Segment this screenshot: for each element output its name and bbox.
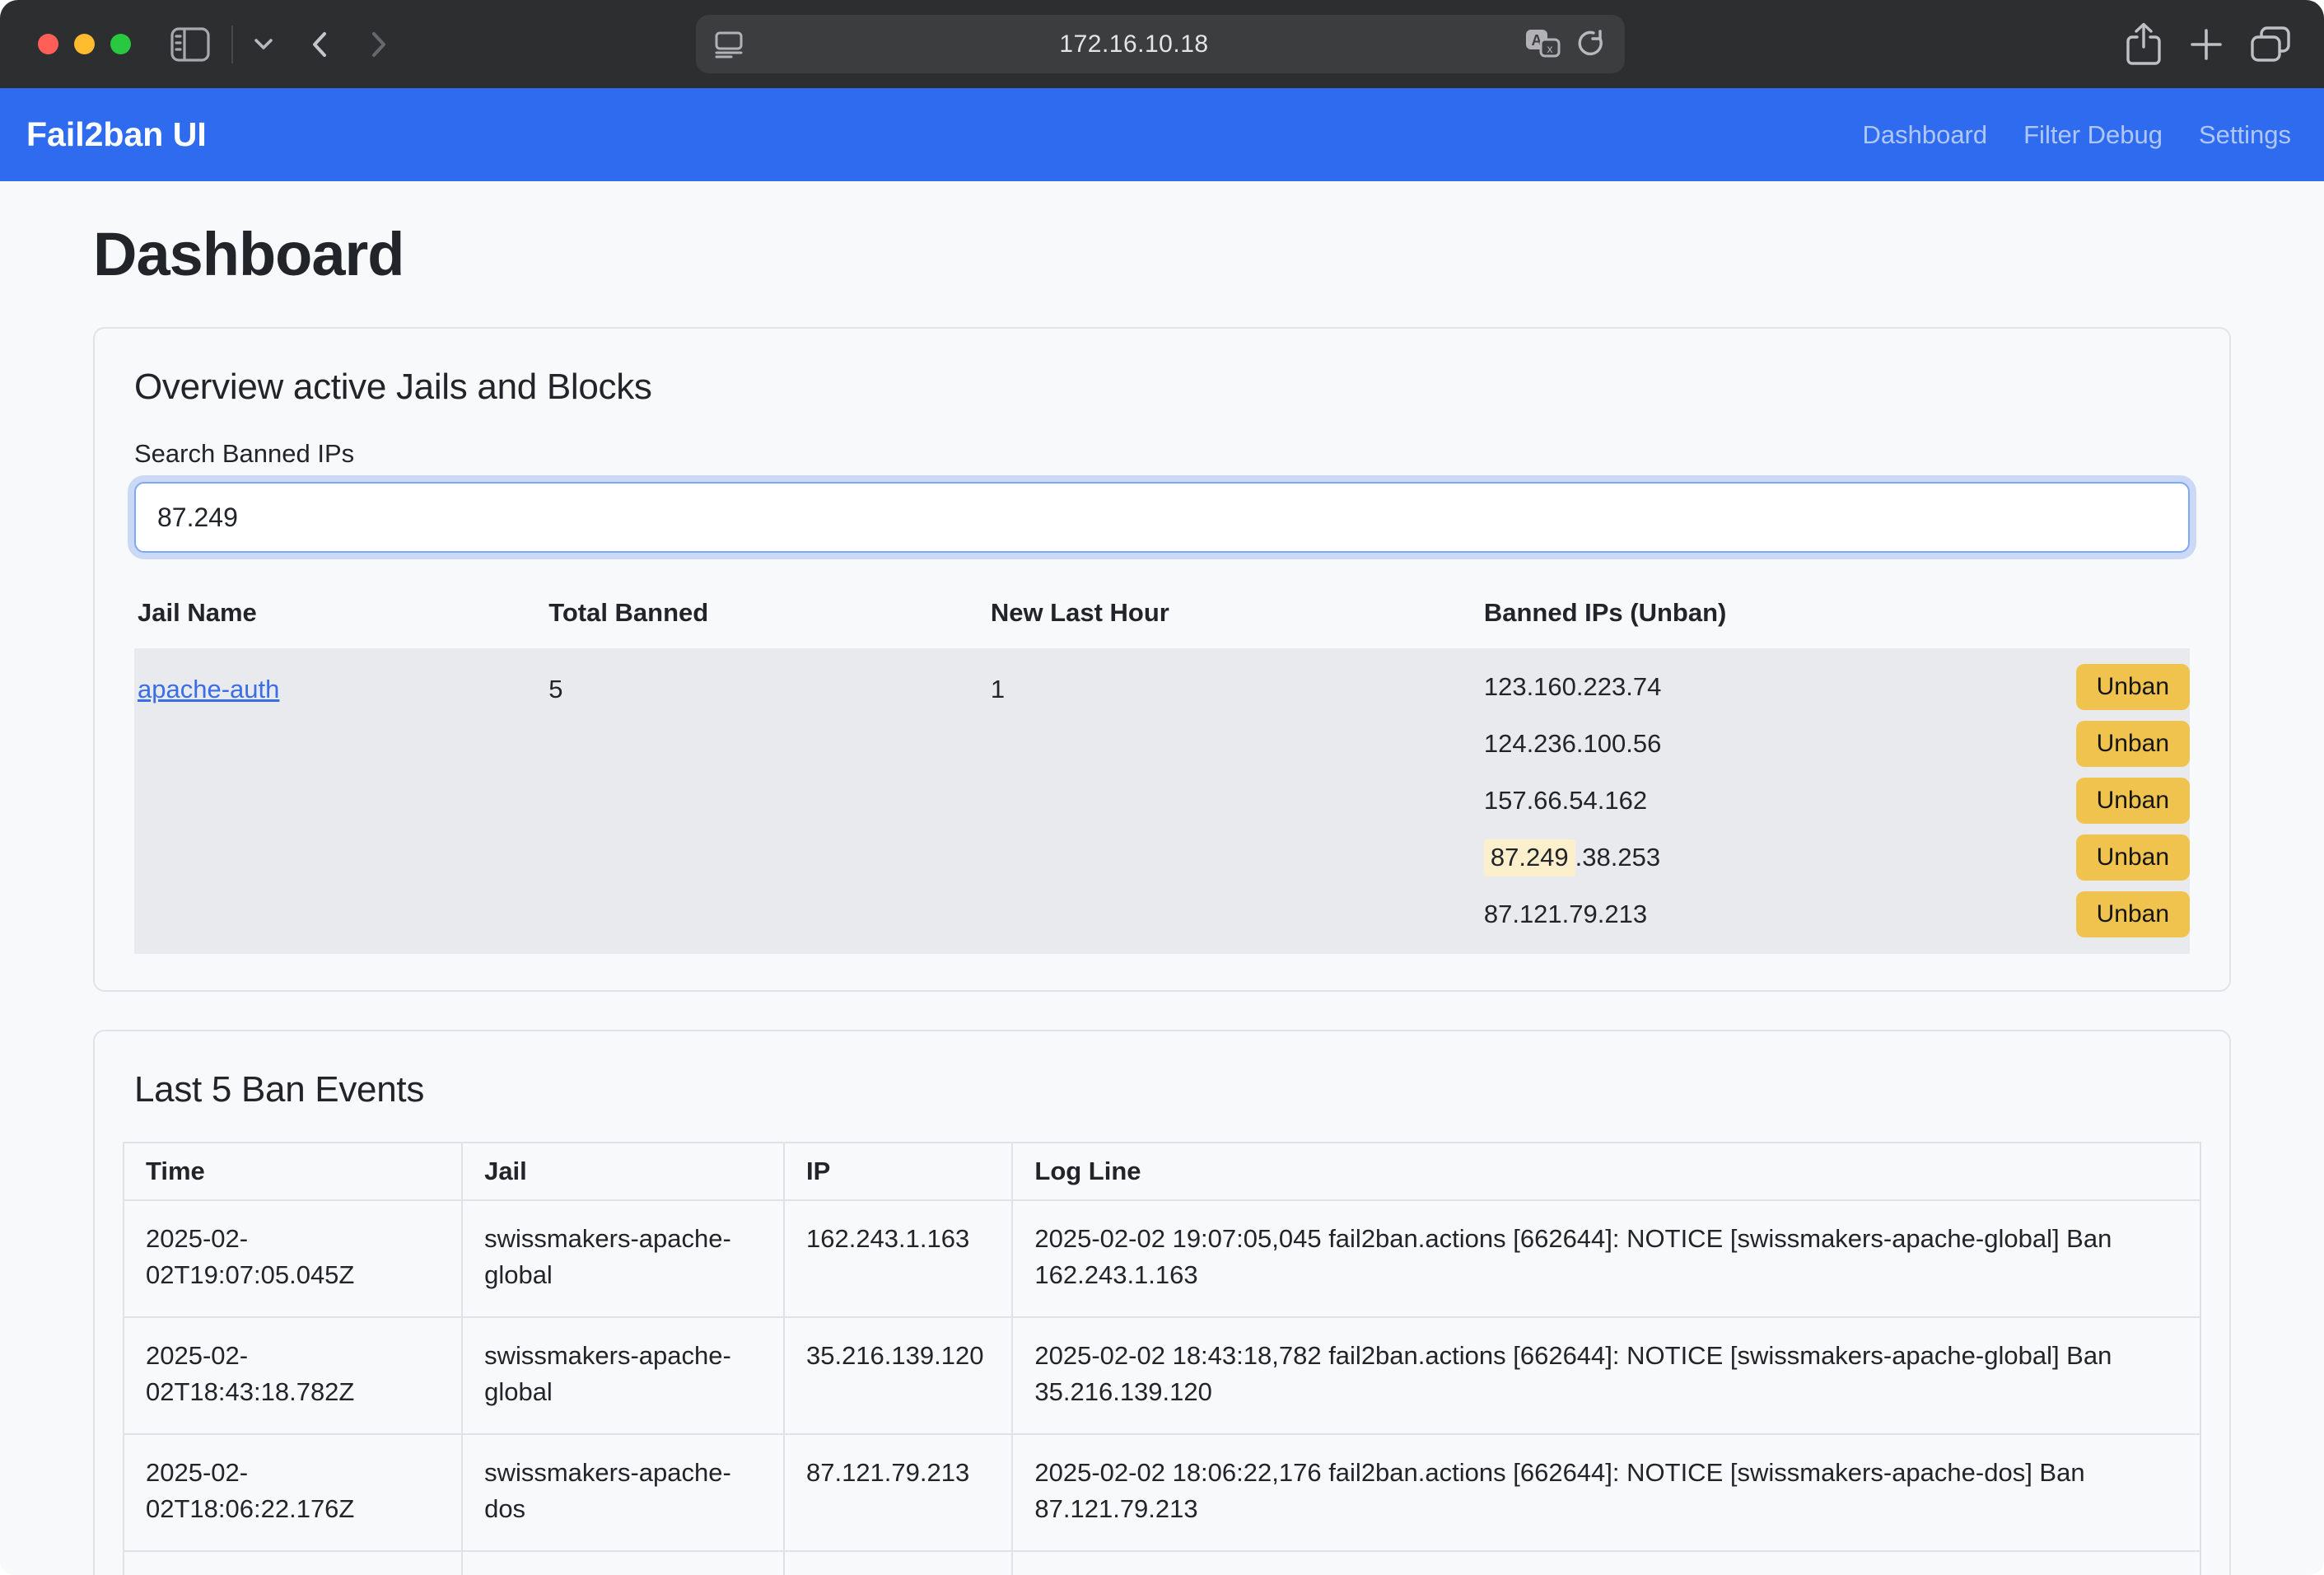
event-log-line: 2025-02-02 18:43:18,782 fail2ban.actions… <box>1012 1317 2200 1434</box>
event-log-line: 2025-02-02 18:06:21,992 fail2ban.actions… <box>1012 1551 2200 1575</box>
event-ip: 87.121.79.213 <box>784 1434 1012 1551</box>
tab-overview-button[interactable] <box>2250 26 2291 63</box>
event-time: 2025-02-02T18:06:22.176Z <box>124 1434 462 1551</box>
new-tab-button[interactable] <box>2189 27 2224 62</box>
event-jail: swissmakers-apache-dos <box>462 1434 784 1551</box>
banned-ip-row: 123.160.223.74 Unban <box>1481 658 2190 715</box>
new-last-hour-value: 1 <box>987 648 1481 954</box>
reader-icon[interactable] <box>714 30 744 58</box>
share-button[interactable] <box>2125 22 2163 67</box>
banned-ip: 124.236.100.56 <box>1484 729 1662 759</box>
share-icon <box>2125 22 2163 67</box>
nav-link-filter-debug[interactable]: Filter Debug <box>2023 120 2163 150</box>
app-navbar: Fail2ban UI Dashboard Filter Debug Setti… <box>0 88 2324 181</box>
event-ip: 35.216.139.120 <box>784 1317 1012 1434</box>
sidebar-menu-button[interactable] <box>254 39 273 50</box>
unban-button[interactable]: Unban <box>2076 664 2190 710</box>
address-bar[interactable]: 172.16.10.18 A x <box>696 15 1625 73</box>
ban-event-row: 2025-02-02T18:06:21.992Z apache-auth 87.… <box>124 1551 2200 1575</box>
unban-button[interactable]: Unban <box>2076 721 2190 767</box>
tab-overview-icon <box>2250 26 2291 63</box>
banned-ip-row: 87.249.38.253 Unban <box>1481 829 2190 886</box>
banned-ip-list: 123.160.223.74 Unban 124.236.100.56 Unba… <box>1481 658 2190 942</box>
sidebar-toggle-button[interactable] <box>170 27 210 62</box>
search-banned-ips-input[interactable] <box>134 482 2190 553</box>
page-title: Dashboard <box>93 219 2231 289</box>
jails-col-jail-name: Jail Name <box>134 577 545 648</box>
event-ip: 162.243.1.163 <box>784 1200 1012 1317</box>
events-col-jail: Jail <box>462 1143 784 1200</box>
unban-button[interactable]: Unban <box>2076 891 2190 937</box>
brand[interactable]: Fail2ban UI <box>26 115 207 154</box>
jail-row: apache-auth 5 1 123.160.223.74 Unban <box>134 648 2190 954</box>
page-content: Dashboard Overview active Jails and Bloc… <box>0 181 2324 1575</box>
back-button[interactable] <box>310 31 329 58</box>
unban-button[interactable]: Unban <box>2076 778 2190 824</box>
banned-ip-row: 87.121.79.213 Unban <box>1481 886 2190 942</box>
total-banned-value: 5 <box>545 648 987 954</box>
ban-event-row: 2025-02-02T18:06:22.176Z swissmakers-apa… <box>124 1434 2200 1551</box>
event-time: 2025-02-02T18:06:21.992Z <box>124 1551 462 1575</box>
forward-button[interactable] <box>370 31 388 58</box>
event-log-line: 2025-02-02 18:06:22,176 fail2ban.actions… <box>1012 1434 2200 1551</box>
ban-events-card: Last 5 Ban Events Time Jail IP Log Line <box>93 1030 2231 1575</box>
events-col-ip: IP <box>784 1143 1012 1200</box>
ban-events-card-title: Last 5 Ban Events <box>134 1069 2201 1110</box>
sidebar-icon <box>170 27 210 62</box>
reload-icon[interactable] <box>1575 29 1607 60</box>
overview-card: Overview active Jails and Blocks Search … <box>93 327 2231 992</box>
jails-table: Jail Name Total Banned New Last Hour Ban… <box>134 577 2190 954</box>
ban-events-table: Time Jail IP Log Line 2025-02-02T19:07:0… <box>123 1142 2201 1575</box>
minimize-window-button[interactable] <box>74 34 95 54</box>
ban-event-row: 2025-02-02T18:43:18.782Z swissmakers-apa… <box>124 1317 2200 1434</box>
forward-icon <box>370 31 388 58</box>
url-text[interactable]: 172.16.10.18 <box>744 30 1524 58</box>
search-match-highlight: 87.249 <box>1484 839 1575 876</box>
banned-ip-row: 157.66.54.162 Unban <box>1481 772 2190 829</box>
banned-ip: 123.160.223.74 <box>1484 672 1662 702</box>
close-window-button[interactable] <box>38 34 58 54</box>
chevron-down-icon <box>254 39 273 50</box>
event-time: 2025-02-02T19:07:05.045Z <box>124 1200 462 1317</box>
events-col-time: Time <box>124 1143 462 1200</box>
event-jail: swissmakers-apache-global <box>462 1317 784 1434</box>
event-ip: 87.121.79.213 <box>784 1551 1012 1575</box>
nav-link-settings[interactable]: Settings <box>2199 120 2291 150</box>
banned-ip: 87.249.38.253 <box>1484 843 1660 872</box>
browser-window: 172.16.10.18 A x <box>0 0 2324 1575</box>
toolbar-divider <box>231 26 233 63</box>
back-icon <box>310 31 329 58</box>
event-log-line: 2025-02-02 19:07:05,045 fail2ban.actions… <box>1012 1200 2200 1317</box>
jails-col-total-banned: Total Banned <box>545 577 987 648</box>
new-tab-icon <box>2189 27 2224 62</box>
overview-card-title: Overview active Jails and Blocks <box>134 367 2190 408</box>
nav-link-dashboard[interactable]: Dashboard <box>1862 120 1987 150</box>
jail-name-link[interactable]: apache-auth <box>138 675 279 703</box>
jails-col-new-last-hour: New Last Hour <box>987 577 1481 648</box>
zoom-window-button[interactable] <box>110 34 131 54</box>
traffic-lights <box>38 34 131 54</box>
svg-text:x: x <box>1547 42 1553 55</box>
search-banned-ips-label: Search Banned IPs <box>134 439 2190 469</box>
ban-event-row: 2025-02-02T19:07:05.045Z swissmakers-apa… <box>124 1200 2200 1317</box>
banned-ip: 157.66.54.162 <box>1484 786 1647 816</box>
event-jail: apache-auth <box>462 1551 784 1575</box>
event-time: 2025-02-02T18:43:18.782Z <box>124 1317 462 1434</box>
browser-chrome: 172.16.10.18 A x <box>0 0 2324 88</box>
jails-col-banned-ips: Banned IPs (Unban) <box>1481 577 2190 648</box>
banned-ip: 87.121.79.213 <box>1484 900 1647 929</box>
banned-ip-row: 124.236.100.56 Unban <box>1481 715 2190 772</box>
events-col-log-line: Log Line <box>1012 1143 2200 1200</box>
event-jail: swissmakers-apache-global <box>462 1200 784 1317</box>
unban-button[interactable]: Unban <box>2076 834 2190 881</box>
translate-icon[interactable]: A x <box>1524 28 1562 61</box>
